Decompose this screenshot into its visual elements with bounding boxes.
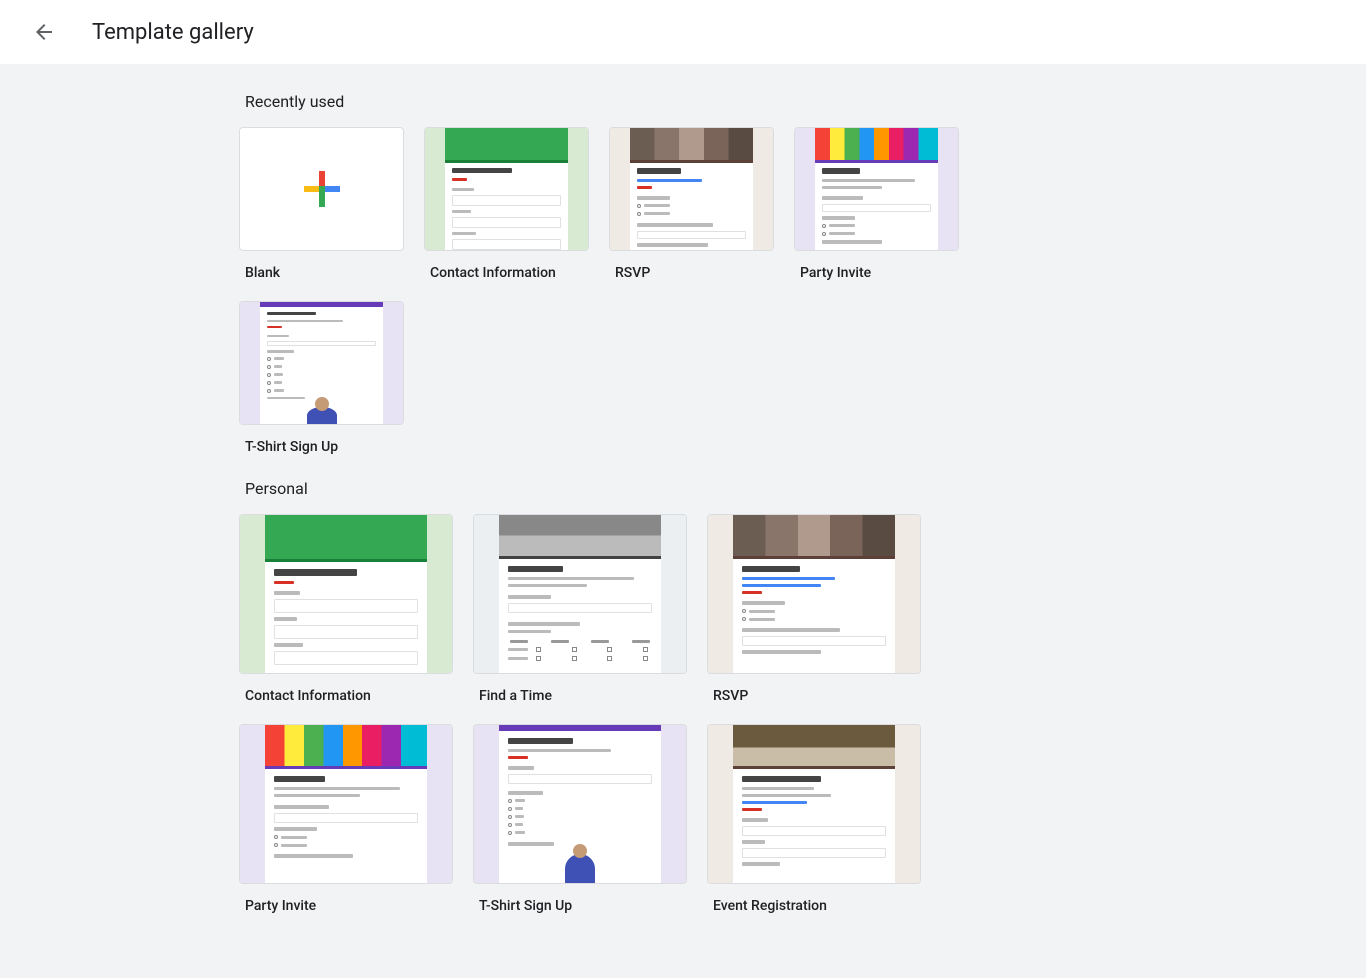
page-title: Template gallery (92, 20, 254, 45)
template-label: RSVP (615, 265, 774, 281)
preview-title (452, 168, 512, 173)
template-card-tshirt-signup[interactable]: T-Shirt Sign Up (239, 301, 404, 455)
template-thumbnail (424, 127, 589, 251)
content-area: Recently used Blank (0, 64, 1366, 978)
template-card-contact-information[interactable]: Contact Information (424, 127, 589, 281)
template-thumbnail (239, 514, 453, 674)
template-label: Find a Time (479, 688, 687, 704)
section-recently-used: Recently used Blank (223, 92, 1143, 455)
template-label: Contact Information (245, 688, 453, 704)
template-row: Contact Information (239, 514, 1127, 914)
template-card-find-a-time[interactable]: Find a Time (473, 514, 687, 704)
template-thumbnail (239, 724, 453, 884)
template-card-rsvp[interactable]: RSVP (707, 514, 921, 704)
arrow-left-icon (32, 20, 56, 44)
template-row: Blank Contact In (239, 127, 1127, 455)
template-card-party-invite[interactable]: Party Invite (794, 127, 959, 281)
template-label: Blank (245, 265, 404, 281)
template-label: Party Invite (245, 898, 453, 914)
template-thumbnail (707, 724, 921, 884)
section-personal: Personal Contact I (223, 479, 1143, 914)
template-card-event-registration[interactable]: Event Registration (707, 724, 921, 914)
template-label: RSVP (713, 688, 921, 704)
header: Template gallery (0, 0, 1366, 64)
preview-required (452, 178, 467, 181)
template-card-rsvp[interactable]: RSVP (609, 127, 774, 281)
template-thumbnail (609, 127, 774, 251)
template-thumbnail (707, 514, 921, 674)
template-label: T-Shirt Sign Up (479, 898, 687, 914)
template-thumbnail (239, 301, 404, 425)
template-card-tshirt-signup[interactable]: T-Shirt Sign Up (473, 724, 687, 914)
section-heading: Personal (245, 479, 1127, 498)
section-heading: Recently used (245, 92, 1127, 111)
template-label: T-Shirt Sign Up (245, 439, 404, 455)
plus-icon (295, 162, 349, 216)
template-thumbnail (239, 127, 404, 251)
template-label: Contact Information (430, 265, 589, 281)
template-label: Event Registration (713, 898, 921, 914)
template-card-contact-information[interactable]: Contact Information (239, 514, 453, 704)
template-card-blank[interactable]: Blank (239, 127, 404, 281)
template-thumbnail (473, 724, 687, 884)
template-card-party-invite[interactable]: Party Invite (239, 724, 453, 914)
back-button[interactable] (24, 12, 64, 52)
template-thumbnail (473, 514, 687, 674)
template-label: Party Invite (800, 265, 959, 281)
template-thumbnail (794, 127, 959, 251)
